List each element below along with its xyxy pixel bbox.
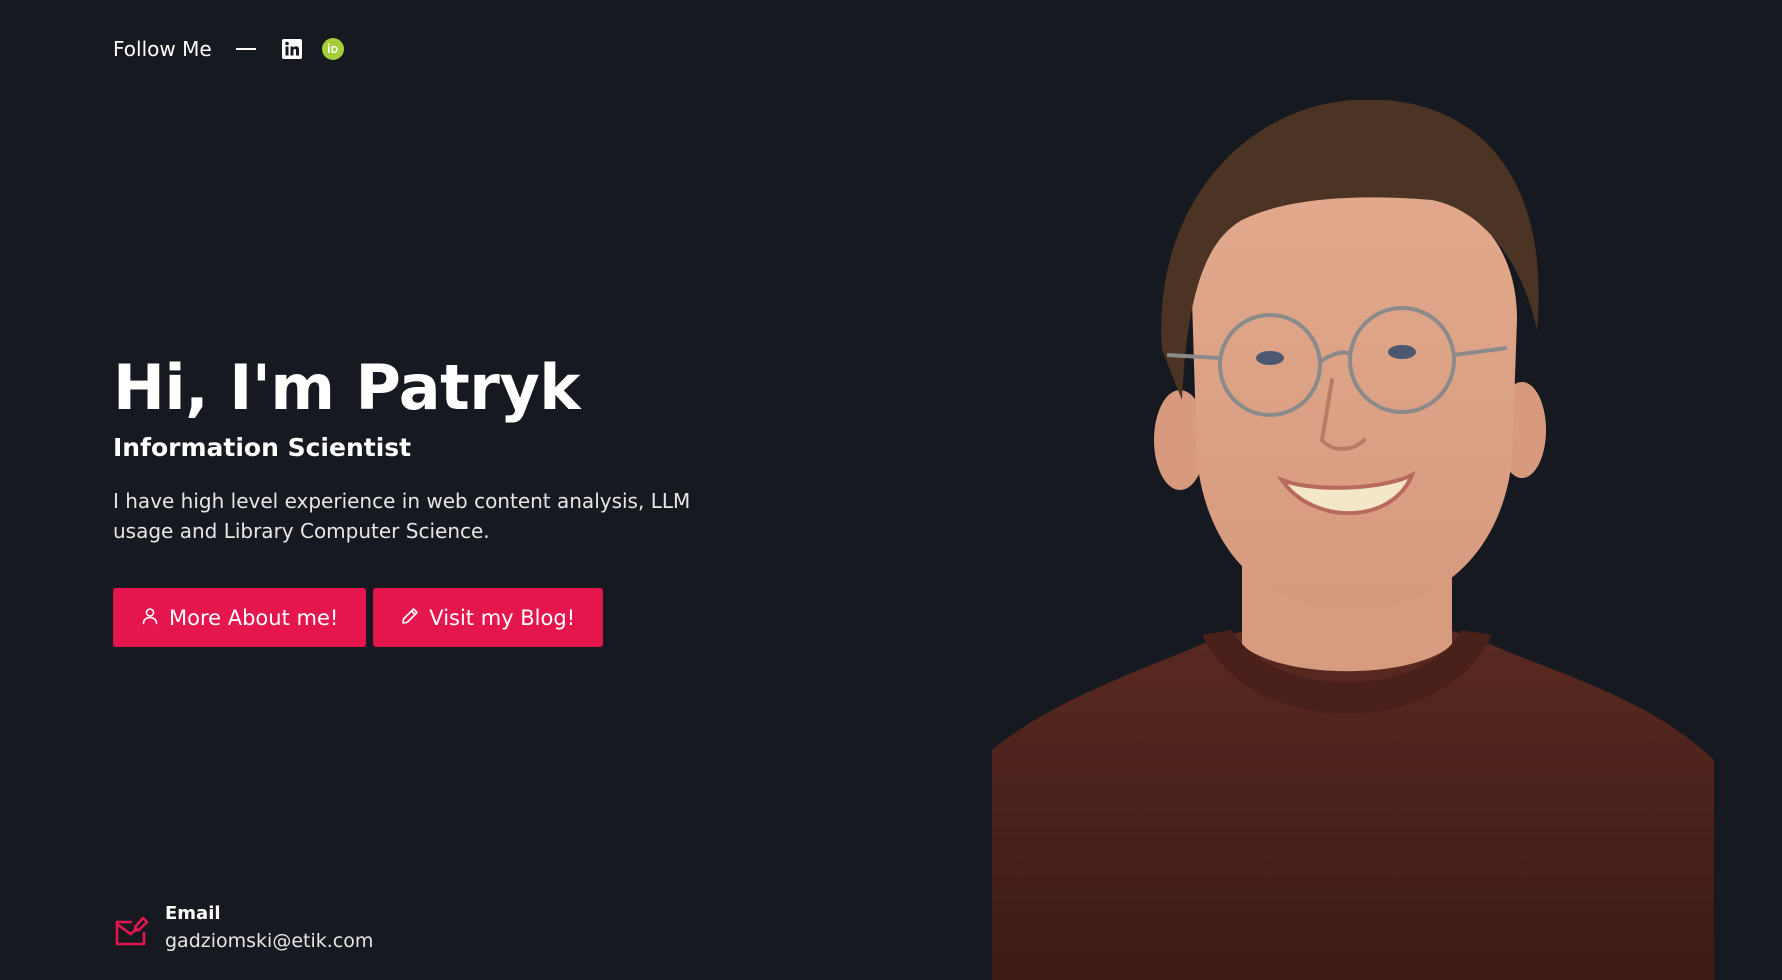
- profile-photo: [992, 99, 1714, 980]
- hero-section: Hi, I'm Patryk Information Scientist I h…: [113, 350, 733, 647]
- follow-divider: [235, 48, 256, 50]
- linkedin-icon[interactable]: [281, 39, 302, 59]
- hero-buttons: More About me! Visit my Blog!: [113, 588, 733, 647]
- mail-icon: [113, 914, 149, 950]
- pencil-icon: [401, 606, 419, 630]
- email-link[interactable]: gadziomski@etik.com: [165, 926, 373, 956]
- more-about-button[interactable]: More About me!: [113, 588, 367, 647]
- email-contact: Email gadziomski@etik.com: [113, 902, 373, 956]
- follow-bar: Follow Me: [113, 34, 344, 64]
- user-icon: [141, 606, 159, 630]
- hero-title: Hi, I'm Patryk: [113, 351, 581, 424]
- email-details: Email gadziomski@etik.com: [165, 902, 373, 956]
- visit-blog-label: Visit my Blog!: [429, 605, 576, 630]
- visit-blog-button[interactable]: Visit my Blog!: [373, 588, 604, 647]
- hero-description: I have high level experience in web cont…: [113, 489, 691, 543]
- orcid-icon[interactable]: [321, 38, 344, 60]
- email-label: Email: [165, 903, 221, 924]
- social-links: [281, 38, 344, 60]
- more-about-label: More About me!: [169, 605, 339, 630]
- hero-subtitle: Information Scientist: [113, 433, 412, 462]
- follow-label: Follow Me: [113, 37, 212, 61]
